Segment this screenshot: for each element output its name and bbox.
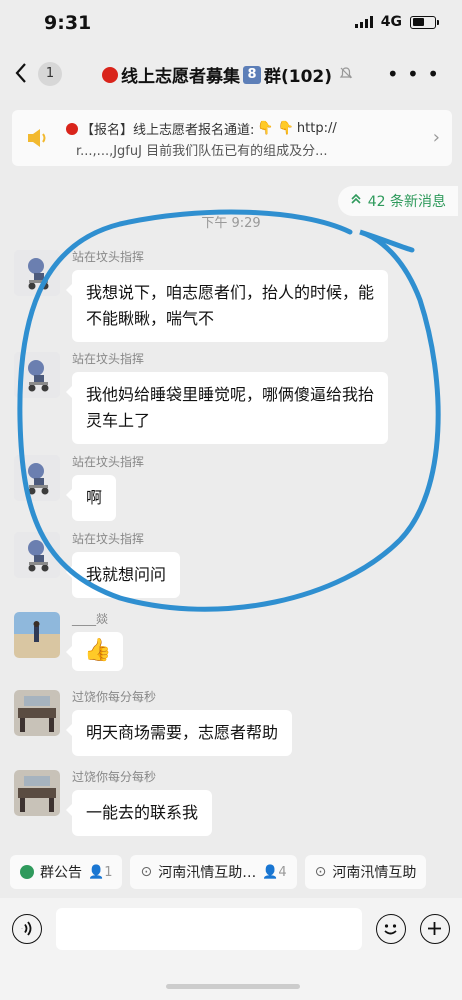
- chip-label: 河南汛情互助: [332, 865, 417, 881]
- speaker-icon: [26, 127, 50, 149]
- chevron-right-icon[interactable]: ›: [433, 127, 440, 148]
- chat-title: 线上志愿者募集 8 群(102): [102, 62, 353, 87]
- avatar[interactable]: [14, 455, 60, 501]
- chat-title-suffix: 群(102): [264, 67, 333, 87]
- voice-icon[interactable]: [12, 914, 42, 944]
- signal-icon: [354, 16, 373, 28]
- home-indicator: [166, 984, 300, 989]
- message-bubble[interactable]: 我想说下，咱志愿者们，抬人的时候，能不能瞅瞅，喘气不: [66, 270, 388, 342]
- message-bubble[interactable]: 明天商场需要，志愿者帮助: [65, 710, 293, 756]
- status-bar: 9:31 4G: [0, 0, 462, 48]
- chip-count: 👤1: [88, 864, 113, 880]
- mute-icon: [339, 66, 353, 84]
- notice-url: http://: [296, 121, 337, 136]
- message: 过饶你每分每秒 明天商场需要，志愿者帮助: [14, 690, 454, 756]
- avatar[interactable]: [14, 532, 60, 578]
- number-badge: 8: [243, 65, 261, 84]
- notice-line-2: r...,...,JgfuJ 目前我们队伍已有的组成及分...: [76, 144, 328, 159]
- check-circle-icon: ⊙: [140, 864, 153, 880]
- double-chevron-up-icon: [350, 193, 362, 209]
- sender-name: 过饶你每分每秒: [72, 690, 157, 704]
- chip-count: 👤4: [262, 864, 287, 880]
- chip-group[interactable]: ⊙ 河南汛情互助: [304, 855, 427, 889]
- chat-title-text: 线上志愿者募集: [121, 67, 240, 87]
- plus-icon[interactable]: [420, 914, 450, 944]
- message-input[interactable]: [56, 908, 362, 950]
- thumbs-up-icon: 👍: [84, 638, 112, 663]
- network-label: 4G: [380, 14, 402, 30]
- group-notice-icon: [20, 865, 34, 879]
- chevron-left-icon[interactable]: [14, 62, 36, 86]
- message-bubble[interactable]: 👍: [65, 632, 124, 671]
- sender-name: 过饶你每分每秒: [72, 770, 157, 784]
- group-notice-banner[interactable]: 【报名】线上志愿者报名通道: 👇 👇 http:// r...,...,Jgfu…: [12, 110, 452, 166]
- sender-name: ____燚: [72, 612, 109, 626]
- sender-name: 站在坟头指挥: [72, 352, 145, 366]
- notice-text: 【报名】线上志愿者报名通道:: [81, 123, 255, 138]
- chip-label: 河南汛情互助…: [158, 865, 257, 881]
- message: ____燚 👍: [14, 612, 454, 678]
- emoji-icon[interactable]: [376, 914, 406, 944]
- sender-name: 站在坟头指挥: [72, 250, 145, 264]
- check-circle-icon: ⊙: [314, 864, 327, 880]
- red-circle-icon: [102, 66, 118, 83]
- battery-level: [412, 18, 425, 26]
- sender-name: 站在坟头指挥: [72, 455, 145, 469]
- message-bubble[interactable]: 我他妈给睡袋里睡觉呢，哪俩傻逼给我抬灵车上了: [66, 372, 388, 444]
- red-circle-icon: [66, 122, 78, 135]
- new-messages-label: 42 条新消息: [367, 194, 446, 210]
- avatar[interactable]: [14, 612, 60, 658]
- avatar[interactable]: [14, 770, 60, 816]
- message-bubble[interactable]: 我就想问问: [65, 552, 181, 598]
- message: 站在坟头指挥 我就想问问: [14, 532, 454, 598]
- message: 站在坟头指挥 啊: [14, 455, 454, 521]
- message-bubble[interactable]: 啊: [65, 475, 117, 521]
- avatar[interactable]: [14, 690, 60, 736]
- message: 站在坟头指挥 我他妈给睡袋里睡觉呢，哪俩傻逼给我抬灵车上了: [14, 352, 454, 444]
- point-down-icon: 👇 👇: [257, 121, 294, 136]
- avatar[interactable]: [14, 250, 60, 296]
- timestamp: 下午 9:29: [201, 216, 261, 231]
- message-bubble[interactable]: 一能去的联系我: [65, 790, 213, 836]
- chat-header: 1 线上志愿者募集 8 群(102) • • •: [0, 48, 462, 100]
- ellipsis-icon[interactable]: • • •: [387, 62, 440, 86]
- notice-line-1: 【报名】线上志愿者报名通道: 👇 👇 http://: [66, 119, 416, 138]
- unread-count-badge[interactable]: 1: [38, 62, 62, 86]
- sender-name: 站在坟头指挥: [72, 532, 145, 546]
- avatar[interactable]: [14, 352, 60, 398]
- chip-group-notice[interactable]: 群公告 👤1: [10, 855, 123, 889]
- status-time: 9:31: [44, 12, 92, 34]
- chip-group[interactable]: ⊙ 河南汛情互助… 👤4: [130, 855, 297, 889]
- status-indicators: 4G: [354, 14, 439, 30]
- person-icon: 👤: [262, 864, 279, 880]
- quick-chips: 群公告 👤1 ⊙ 河南汛情互助… 👤4 ⊙ 河南汛情互助: [0, 852, 462, 892]
- message: 站在坟头指挥 我想说下，咱志愿者们，抬人的时候，能不能瞅瞅，喘气不: [14, 250, 454, 342]
- battery-icon: [410, 15, 439, 29]
- chip-label: 群公告: [40, 865, 82, 881]
- person-icon: 👤: [88, 864, 105, 880]
- message: 过饶你每分每秒 一能去的联系我: [14, 770, 454, 836]
